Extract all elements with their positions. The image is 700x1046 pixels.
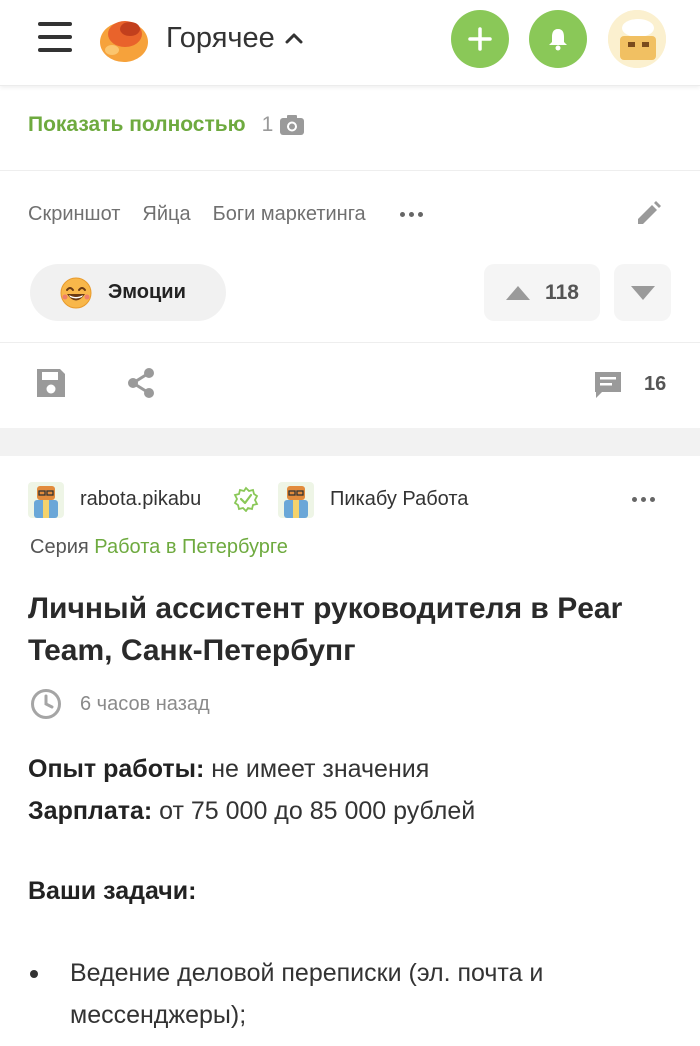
community-avatar-image	[278, 482, 314, 518]
pencil-icon[interactable]	[634, 200, 662, 228]
salary-label: Зарплата:	[28, 797, 153, 825]
feed-selector[interactable]: Горячее	[166, 20, 303, 56]
time-text: 6 часов назад	[80, 692, 210, 715]
author-avatar[interactable]	[28, 482, 64, 518]
top-bar: Горячее	[0, 0, 700, 86]
arrow-down-icon	[630, 285, 655, 300]
notifications-button[interactable]	[529, 10, 587, 68]
bell-icon	[549, 29, 567, 51]
chevron-up-icon	[285, 33, 303, 44]
tag-list: Скриншот Яйца Боги маркетинга	[28, 198, 423, 230]
series-link[interactable]: Работа в Петербурге	[94, 536, 288, 558]
list-item: Ведение деловой переписки (эл. почта и м…	[30, 952, 668, 1036]
save-icon[interactable]	[34, 366, 68, 400]
tag-item[interactable]: Боги маркетинга	[213, 203, 366, 226]
photo-count-value: 1	[261, 113, 274, 136]
show-full-link[interactable]: Показать полностью	[28, 113, 246, 137]
menu-icon[interactable]	[38, 22, 72, 52]
rating-value: 118	[545, 280, 579, 304]
author-avatar-image	[28, 482, 64, 518]
series-prefix: Серия	[30, 536, 89, 558]
community-name[interactable]: Пикабу Работа	[330, 488, 468, 511]
experience-line: Опыт работы: не имеет значения	[28, 748, 678, 790]
author-name[interactable]: rabota.pikabu	[80, 488, 201, 511]
photo-count: 1	[262, 113, 306, 137]
post-separator	[0, 428, 700, 456]
tag-item[interactable]: Скриншот	[28, 203, 120, 226]
pikabu-logo[interactable]	[98, 12, 150, 64]
comment-icon	[595, 372, 621, 398]
post-time: 6 часов назад	[30, 686, 210, 722]
post-menu-icon[interactable]	[632, 497, 655, 502]
arrow-up-icon	[506, 285, 531, 300]
post-header: rabota.pikabu Пикабу Работа	[28, 480, 672, 520]
comments-count: 16	[644, 372, 667, 395]
comments-button[interactable]: 16	[592, 366, 666, 402]
experience-label: Опыт работы:	[28, 755, 205, 783]
salary-value: от 75 000 до 85 000 рублей	[152, 797, 476, 825]
share-icon[interactable]	[124, 366, 158, 400]
clock-icon	[31, 689, 61, 719]
show-full-row: Показать полностью 1	[28, 108, 305, 142]
emotions-button[interactable]: Эмоции	[30, 264, 226, 321]
divider	[0, 170, 700, 171]
series-line: Серия Работа в Петербурге	[30, 536, 288, 559]
experience-value: не имеет значения	[204, 755, 430, 783]
user-avatar[interactable]	[608, 10, 666, 68]
post-title[interactable]: Личный ассистент руководителя в Pear Tea…	[28, 588, 672, 672]
feed-label: Горячее	[166, 21, 275, 54]
tasks-heading: Ваши задачи:	[28, 877, 197, 905]
verified-icon	[233, 486, 259, 512]
more-tags-icon[interactable]	[399, 211, 423, 217]
post-body: Опыт работы: не имеет значения Зарплата:…	[28, 748, 678, 832]
community-avatar[interactable]	[278, 482, 314, 518]
emoji-laugh-icon	[60, 277, 92, 308]
downvote-button[interactable]	[614, 264, 671, 321]
list-item-text: Ведение деловой переписки (эл. почта и м…	[70, 959, 544, 1029]
plus-icon	[468, 27, 492, 51]
emotions-label: Эмоции	[108, 281, 186, 303]
tag-item[interactable]: Яйца	[142, 203, 190, 226]
bullet-dot	[30, 970, 38, 978]
salary-line: Зарплата: от 75 000 до 85 000 рублей	[28, 790, 678, 832]
camera-icon	[280, 115, 305, 135]
avatar-image	[608, 10, 666, 68]
add-post-button[interactable]	[451, 10, 509, 68]
divider	[0, 342, 700, 343]
upvote-button[interactable]: 118	[484, 264, 600, 321]
